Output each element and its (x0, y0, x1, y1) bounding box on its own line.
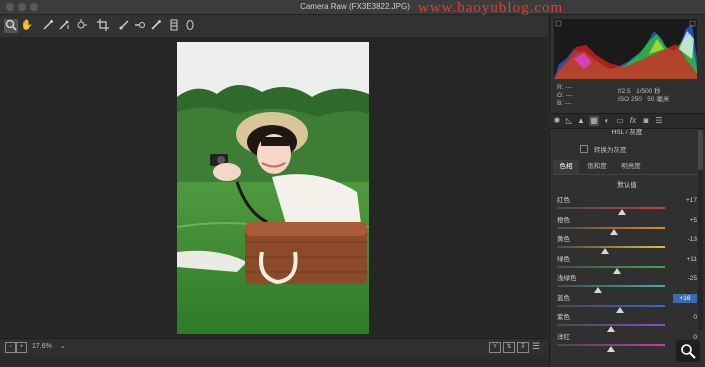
slider-value-field[interactable]: -13 (673, 235, 697, 244)
slider-value-field[interactable]: +11 (673, 255, 697, 264)
grayscale-checkbox[interactable]: 转换为灰度 (580, 145, 627, 155)
slider-thumb[interactable] (594, 287, 603, 293)
copy-settings-icon[interactable]: ⊼ (517, 342, 529, 353)
tone-curve-icon[interactable]: ◺ (564, 116, 574, 126)
detail-icon[interactable]: ▲ (576, 116, 586, 126)
tab-luminance[interactable]: 明亮度 (615, 160, 647, 174)
before-after-y-icon[interactable]: Y (489, 342, 501, 353)
slider-thumb[interactable] (615, 306, 624, 313)
slider-row: 紫色 0 (557, 313, 697, 332)
divider (553, 174, 701, 175)
zoom-in-button[interactable]: + (16, 342, 27, 353)
slider-row: 黄色 -13 (557, 235, 697, 254)
focal-length-value: 50 毫米 (647, 96, 670, 103)
chevron-down-icon: ⌄ (59, 343, 66, 350)
slider-thumb[interactable] (600, 248, 609, 254)
slider-thumb[interactable] (610, 228, 619, 235)
zoom-window-button[interactable] (30, 3, 38, 11)
slider-label: 黄色 (557, 236, 570, 243)
checkbox-box[interactable] (580, 145, 588, 153)
status-bar: − + 17.6% ⌄ Y ⇅ ⊼ ☰ (0, 338, 548, 355)
tab-hue[interactable]: 色相 (553, 160, 579, 174)
slider-value-field[interactable]: +16 (673, 293, 697, 303)
tab-saturation[interactable]: 饱和度 (581, 160, 613, 174)
green-readout: G: --- (557, 92, 573, 99)
slider-label: 绿色 (557, 255, 570, 263)
lens-icon[interactable]: ▭ (615, 116, 625, 126)
slider-thumb[interactable] (617, 209, 626, 215)
slider-row: 红色 +17 (557, 196, 697, 215)
iso-value: ISO 250 (618, 96, 642, 103)
blue-readout: B: --- (557, 100, 572, 107)
aperture-value: f/2.5 (618, 88, 631, 95)
basic-panel-icon[interactable]: ✱ (552, 116, 562, 126)
slider-label: 浅绿色 (557, 275, 577, 282)
title-bar: Camera Raw (FX3E3822.JPG) (0, 0, 705, 15)
scrollbar-thumb[interactable] (698, 130, 703, 170)
close-window-button[interactable] (6, 3, 14, 11)
slider-label: 洋红 (557, 333, 570, 341)
slider-track[interactable] (557, 265, 665, 268)
slider-row: 蓝色 +16 (557, 293, 697, 313)
grayscale-label: 转换为灰度 (594, 147, 627, 154)
slider-thumb[interactable] (607, 345, 615, 352)
panel-tabs: ✱ ◺ ▲ ▦ ◐ ▭ fx ◙ ☰ (549, 113, 705, 129)
magnifier-icon[interactable] (676, 340, 700, 362)
slider-thumb[interactable] (607, 326, 615, 332)
exif-readout: f/2.5 1/500 秒 ISO 250 50 毫米 (618, 88, 669, 104)
straighten-tool-icon[interactable] (117, 19, 131, 33)
minimize-window-button[interactable] (18, 3, 26, 11)
slider-value-field[interactable]: +5 (673, 216, 697, 225)
color-sampler-tool-icon[interactable] (57, 19, 71, 33)
shutter-value: 1/500 秒 (636, 88, 661, 95)
panel-scrollbar[interactable] (698, 130, 703, 330)
red-readout: R: --- (557, 84, 572, 91)
hsl-panel-icon[interactable]: ▦ (589, 116, 599, 126)
slider-label: 橙色 (557, 216, 570, 224)
white-balance-tool-icon[interactable] (41, 19, 55, 33)
slider-row: 绿色 +11 (557, 255, 697, 274)
presets-icon[interactable]: ☰ (654, 116, 664, 126)
watermark-text: www.baoyublog.com (418, 0, 564, 16)
zoom-value: 17.6% (32, 343, 52, 350)
red-eye-tool-icon[interactable] (149, 19, 163, 33)
zoom-level[interactable]: 17.6% ⌄ (32, 341, 66, 353)
histogram (554, 19, 697, 79)
slider-label: 紫色 (557, 314, 570, 321)
slider-track[interactable] (557, 246, 665, 248)
zoom-out-button[interactable]: − (5, 342, 16, 353)
photo-preview[interactable] (177, 42, 369, 334)
slider-track[interactable] (557, 207, 665, 209)
slider-row: 浅绿色 -25 (557, 274, 697, 293)
hsl-subtabs: 色相 饱和度 明亮度 (553, 160, 701, 174)
slider-label: 红色 (557, 197, 570, 204)
crop-tool-icon[interactable] (96, 19, 110, 33)
slider-track[interactable] (557, 285, 665, 287)
zoom-tool-icon[interactable] (4, 19, 18, 33)
split-toning-icon[interactable]: ◐ (602, 116, 612, 126)
slider-label: 蓝色 (557, 294, 570, 302)
slider-value-field[interactable]: -25 (673, 274, 697, 283)
hand-tool-icon[interactable]: ✋ (20, 19, 34, 33)
camera-calibration-icon[interactable]: ◙ (641, 116, 651, 126)
spot-removal-tool-icon[interactable] (133, 19, 147, 33)
panel-title: HSL / 灰度 (611, 129, 643, 136)
slider-track[interactable] (557, 304, 665, 307)
effects-icon[interactable]: fx (628, 116, 638, 126)
slider-value-field[interactable]: +17 (673, 196, 697, 205)
swap-before-after-icon[interactable]: ⇅ (503, 342, 515, 353)
graduated-filter-icon[interactable] (167, 19, 181, 33)
rgb-readout: R: --- G: --- B: --- (557, 84, 572, 108)
slider-value-field[interactable]: 0 (673, 313, 697, 322)
targeted-adjustment-tool-icon[interactable] (74, 19, 88, 33)
tool-bar: ✋ (0, 15, 548, 38)
slider-row: 橙色 +5 (557, 216, 697, 235)
defaults-link[interactable]: 默认值 (549, 182, 705, 190)
radial-filter-icon[interactable] (183, 19, 197, 33)
slider-thumb[interactable] (613, 267, 622, 274)
menu-icon[interactable]: ☰ (531, 342, 541, 351)
